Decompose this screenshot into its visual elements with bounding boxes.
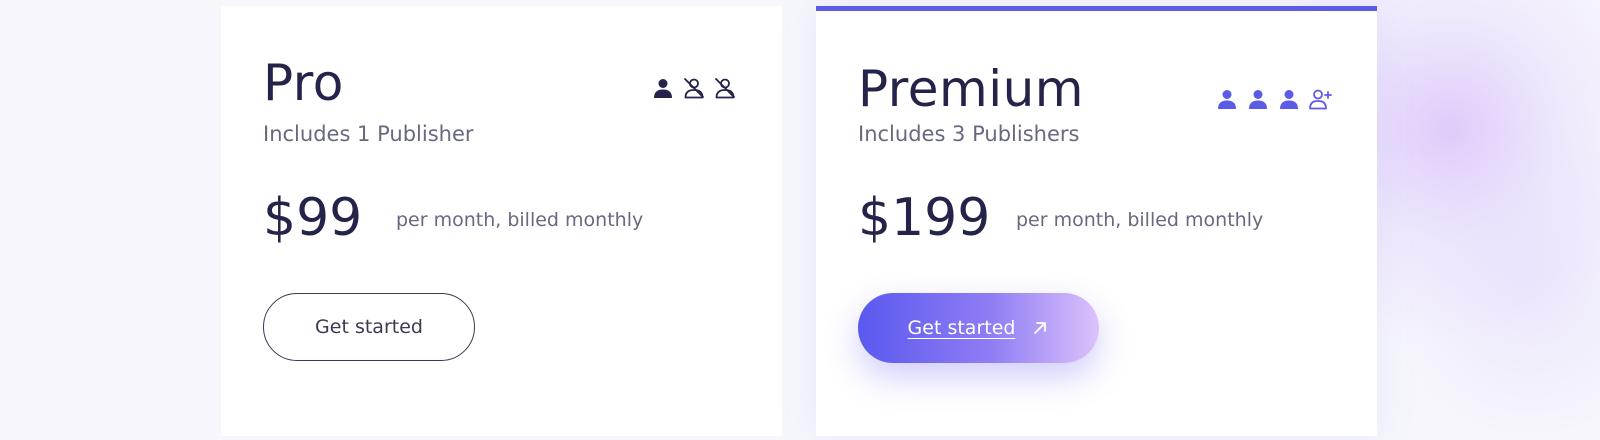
plan-description: Includes 1 Publisher xyxy=(263,122,474,146)
plan-price: $99 xyxy=(263,188,363,248)
pricing-card-premium: Premium Includes 3 Publishers $199 per m… xyxy=(816,6,1377,436)
user-plus-icon xyxy=(1309,89,1332,110)
user-icon xyxy=(654,79,672,98)
plan-name: Pro xyxy=(263,54,344,112)
user-icon xyxy=(1280,90,1298,109)
publisher-icons xyxy=(1215,87,1332,111)
get-started-button[interactable]: Get started xyxy=(263,293,475,361)
button-label: Get started xyxy=(315,316,423,338)
button-label: Get started xyxy=(907,317,1016,339)
user-off-icon xyxy=(715,78,735,99)
plan-description: Includes 3 Publishers xyxy=(858,122,1080,146)
plan-name: Premium xyxy=(858,60,1084,118)
plan-price: $199 xyxy=(858,188,991,248)
arrow-up-right-icon xyxy=(1034,322,1047,334)
pricing-card-pro: Pro Includes 1 Publisher $99 per month, … xyxy=(221,6,782,436)
get-started-button[interactable]: Get started xyxy=(858,293,1099,363)
billing-period: per month, billed monthly xyxy=(1016,209,1264,231)
user-icon xyxy=(1249,90,1267,109)
publisher-icons xyxy=(651,76,737,100)
user-off-icon xyxy=(684,78,704,99)
billing-period: per month, billed monthly xyxy=(396,209,644,231)
user-icon xyxy=(1218,90,1236,109)
